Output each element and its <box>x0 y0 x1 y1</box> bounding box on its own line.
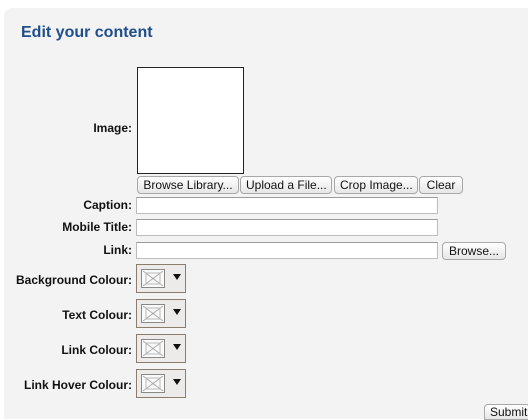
link-label: Link: <box>103 243 132 257</box>
upload-file-button[interactable]: Upload a File... <box>240 176 332 194</box>
empty-swatch-icon <box>141 374 165 393</box>
dropdown-arrow-icon[interactable] <box>173 344 181 350</box>
link-field[interactable] <box>136 242 438 259</box>
caption-label: Caption: <box>83 198 132 212</box>
page-title: Edit your content <box>21 24 153 41</box>
dropdown-arrow-icon[interactable] <box>173 379 181 385</box>
crop-image-button[interactable]: Crop Image... <box>334 176 418 194</box>
link-hover-colour-label: Link Hover Colour: <box>23 378 132 392</box>
image-preview <box>137 67 244 174</box>
empty-swatch-icon <box>141 269 165 288</box>
background-colour-label: Background Colour: <box>16 273 132 287</box>
empty-swatch-icon <box>141 339 165 358</box>
image-label: Image: <box>93 121 132 135</box>
text-colour-picker[interactable] <box>136 299 186 328</box>
background-colour-picker[interactable] <box>136 264 186 293</box>
dropdown-arrow-icon[interactable] <box>173 274 181 280</box>
mobile-title-field[interactable] <box>136 219 438 236</box>
link-browse-button[interactable]: Browse... <box>442 242 506 260</box>
empty-swatch-icon <box>141 304 165 323</box>
link-hover-colour-picker[interactable] <box>136 369 186 398</box>
link-colour-picker[interactable] <box>136 334 186 363</box>
dropdown-arrow-icon[interactable] <box>173 309 181 315</box>
browse-library-button[interactable]: Browse Library... <box>137 176 239 194</box>
clear-image-button[interactable]: Clear <box>419 176 463 194</box>
submit-button[interactable]: Submit <box>484 404 528 420</box>
mobile-title-label: Mobile Title: <box>62 220 132 234</box>
caption-field[interactable] <box>136 197 438 214</box>
link-colour-label: Link Colour: <box>61 343 132 357</box>
text-colour-label: Text Colour: <box>62 308 132 322</box>
